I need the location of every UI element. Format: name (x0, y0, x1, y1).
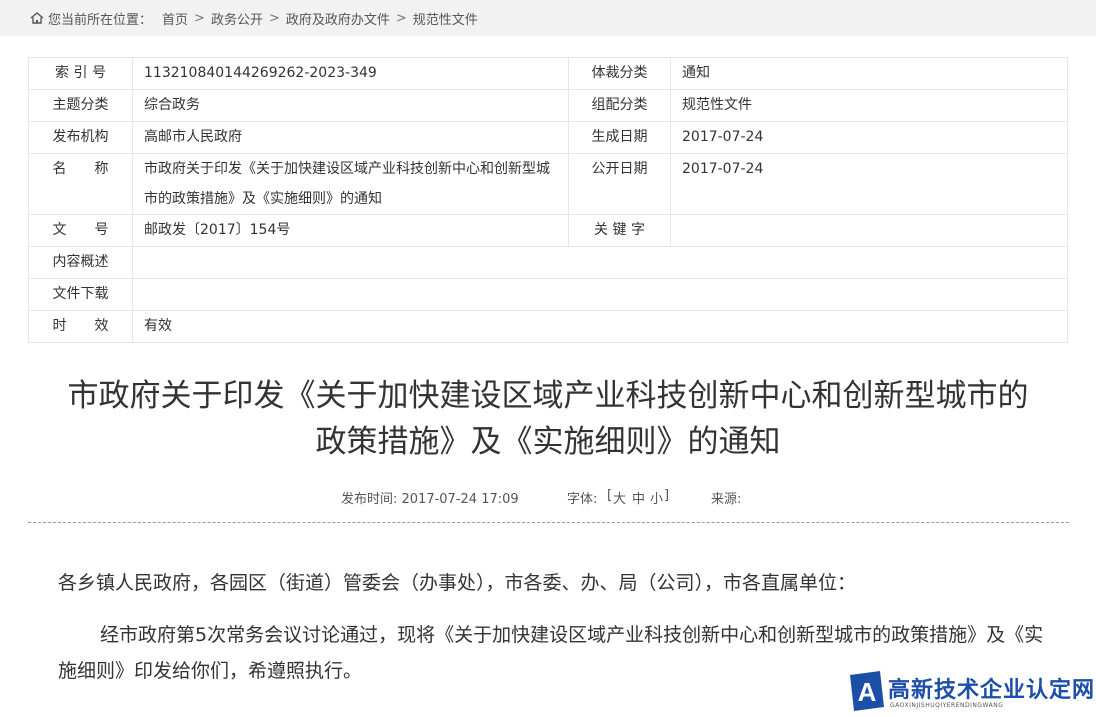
breadcrumb-normative-docs-link[interactable]: 规范性文件 (413, 9, 478, 28)
table-row: 内容概述 (28, 246, 1068, 279)
font-size-medium-button[interactable]: 中 (632, 488, 645, 507)
breadcrumb: 您当前所在位置： 首页 > 政务公开 > 政府及政府办文件 > 规范性文件 (0, 0, 1096, 36)
home-icon (30, 12, 44, 24)
watermark-logo-letter: A (858, 677, 877, 707)
name-label: 名 称 (28, 153, 133, 215)
summary-value (132, 246, 1068, 279)
publisher-value: 高邮市人民政府 (132, 121, 569, 154)
salutation-paragraph: 各乡镇人民政府，各园区（街道）管委会（办事处），市各委、办、局（公司），市各直属… (58, 572, 857, 594)
source-label: 来源: (711, 492, 742, 507)
breadcrumb-separator: > (194, 10, 205, 26)
file-download-value (132, 278, 1068, 311)
created-date-label: 生成日期 (568, 121, 671, 154)
category-label: 组配分类 (568, 89, 671, 122)
doc-number-label: 文 号 (28, 214, 133, 247)
watermark-logo-icon: A (850, 671, 884, 711)
breadcrumb-separator: > (395, 10, 407, 26)
public-date-value: 2017-07-24 (670, 153, 1068, 215)
bracket-open: [ (607, 488, 613, 503)
index-number-label: 索 引 号 (28, 57, 133, 90)
breadcrumb-separator: > (268, 10, 280, 26)
index-number-value: 113210840144269262-2023-349 (132, 57, 569, 90)
breadcrumb-home-link[interactable]: 首页 (162, 9, 188, 28)
font-size-large-button[interactable]: 大 (613, 488, 626, 507)
watermark: A 高新技术企业认定网 GAOXINJISHUQIYERENDINGWANG (850, 671, 1094, 713)
table-row: 时 效 有效 (28, 310, 1068, 343)
document-info-table: 索 引 号 113210840144269262-2023-349 体裁分类 通… (28, 57, 1068, 343)
keyword-value (670, 214, 1068, 247)
font-size-small-button[interactable]: 小 (650, 488, 663, 507)
category-value: 规范性文件 (670, 89, 1068, 122)
document-title: 市政府关于印发《关于加快建设区域产业科技创新中心和创新型城市的政策措施》及《实施… (67, 378, 1029, 460)
validity-label: 时 效 (28, 310, 133, 343)
bracket-close: ] (664, 488, 670, 503)
breadcrumb-gov-affairs-link[interactable]: 政务公开 (211, 9, 263, 28)
table-row: 文 号 邮政发〔2017〕154号 关 键 字 (28, 214, 1068, 247)
table-row: 名 称 市政府关于印发《关于加快建设区域产业科技创新中心和创新型城市的政策措施》… (28, 153, 1068, 215)
article-meta: 发布时间: 2017-07-24 17:09 字体: [ 大 中 小 ] 来源: (0, 488, 1096, 508)
genre-value: 通知 (670, 57, 1068, 90)
watermark-title: 高新技术企业认定网 (888, 678, 1096, 703)
table-row: 发布机构 高邮市人民政府 生成日期 2017-07-24 (28, 121, 1068, 154)
summary-label: 内容概述 (28, 246, 133, 279)
name-value: 市政府关于印发《关于加快建设区域产业科技创新中心和创新型城市的政策措施》及《实施… (132, 153, 569, 215)
topic-label: 主题分类 (28, 89, 133, 122)
table-row: 索 引 号 113210840144269262-2023-349 体裁分类 通… (28, 57, 1068, 90)
keyword-label: 关 键 字 (568, 214, 671, 247)
font-size-label: 字体: (567, 492, 598, 507)
breadcrumb-gov-docs-link[interactable]: 政府及政府办文件 (286, 9, 390, 28)
table-row: 主题分类 综合政务 组配分类 规范性文件 (28, 89, 1068, 122)
genre-label: 体裁分类 (568, 57, 671, 90)
dashed-divider (28, 522, 1069, 523)
doc-number-value: 邮政发〔2017〕154号 (132, 214, 569, 247)
public-date-label: 公开日期 (568, 153, 671, 215)
validity-value: 有效 (132, 310, 1068, 343)
table-row: 文件下载 (28, 278, 1068, 311)
topic-value: 综合政务 (132, 89, 569, 122)
watermark-subtitle: GAOXINJISHUQIYERENDINGWANG (890, 702, 1004, 709)
publish-time: 发布时间: 2017-07-24 17:09 (341, 492, 519, 507)
publisher-label: 发布机构 (28, 121, 133, 154)
file-download-label: 文件下载 (28, 278, 133, 311)
created-date-value: 2017-07-24 (670, 121, 1068, 154)
breadcrumb-label: 您当前所在位置： (48, 12, 153, 28)
